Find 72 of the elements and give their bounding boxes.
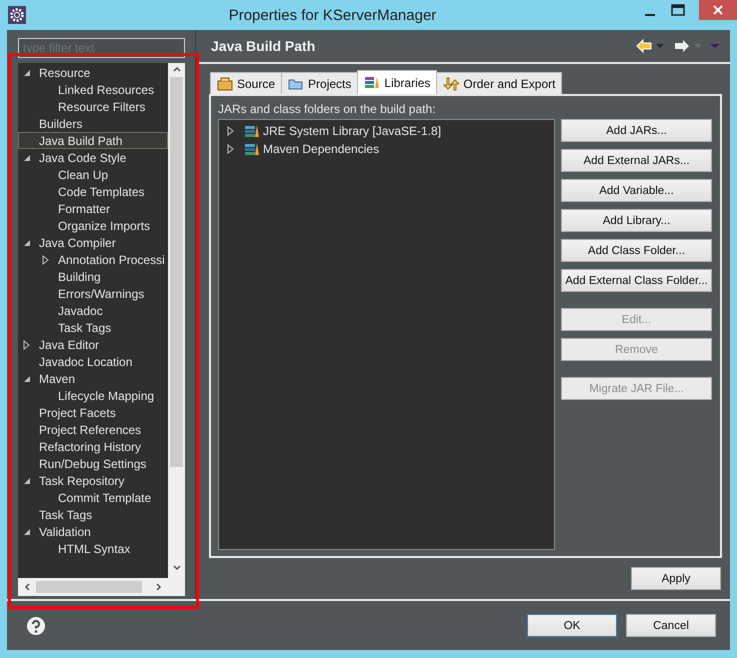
tree-item[interactable]: Run/Debug Settings: [18, 455, 168, 472]
collapsed-icon[interactable]: [42, 254, 49, 264]
tree-item[interactable]: Resource Filters: [18, 98, 168, 115]
expanded-icon[interactable]: [23, 238, 31, 246]
tree-item[interactable]: Javadoc: [18, 302, 168, 319]
tree-item[interactable]: Code Templates: [18, 183, 168, 200]
action-button[interactable]: Add JARs...: [561, 119, 712, 142]
tree-item[interactable]: Java Build Path: [18, 132, 168, 149]
window-title: Properties for KServerManager: [228, 6, 438, 24]
tab[interactable]: Projects: [281, 72, 358, 94]
tree-item[interactable]: Project References: [18, 421, 168, 438]
close-button[interactable]: [699, 0, 737, 20]
action-button[interactable]: Add Library...: [561, 209, 712, 232]
scrollbar-thumb[interactable]: [170, 77, 183, 467]
tree-item[interactable]: HTML Syntax: [18, 540, 168, 557]
vertical-scrollbar[interactable]: [168, 63, 185, 578]
horizontal-scrollbar[interactable]: [18, 578, 168, 596]
expanded-icon[interactable]: [23, 68, 31, 76]
library-entry[interactable]: Maven Dependencies: [219, 140, 554, 158]
tree-item[interactable]: Refactoring History: [18, 438, 168, 455]
dialog-button[interactable]: OK: [527, 614, 617, 637]
close-icon: [713, 5, 723, 15]
tree-item[interactable]: Commit Template: [18, 489, 168, 506]
tree-item[interactable]: Java Compiler: [18, 234, 168, 251]
list-caption: JARs and class folders on the build path:: [218, 102, 436, 118]
action-button[interactable]: Add External Class Folder...: [561, 269, 712, 292]
up-down-arrows-icon: [443, 76, 460, 90]
tree-item[interactable]: Building: [18, 268, 168, 285]
tree-item[interactable]: Validation: [18, 523, 168, 540]
expanded-icon[interactable]: [23, 374, 31, 382]
tree-item[interactable]: Maven: [18, 370, 168, 387]
tree-item[interactable]: Javadoc Location: [18, 353, 168, 370]
expanded-icon[interactable]: [23, 528, 31, 536]
tree-item[interactable]: Errors/Warnings: [18, 285, 168, 302]
collapsed-icon[interactable]: [23, 340, 30, 350]
tab[interactable]: Libraries: [357, 70, 438, 94]
tree-item[interactable]: Lifecycle Mapping: [18, 387, 168, 404]
help-icon[interactable]: [26, 616, 46, 636]
tree-item[interactable]: Task Repository: [18, 472, 168, 489]
dialog-button[interactable]: Cancel: [626, 614, 716, 637]
tree-item[interactable]: Task Tags: [18, 319, 168, 336]
forward-arrow-icon[interactable]: [674, 39, 690, 53]
package-icon: [217, 76, 233, 90]
page-title: Java Build Path: [211, 38, 316, 54]
tree-item[interactable]: Clean Up: [18, 166, 168, 183]
tree-item[interactable]: Annotation Processi: [18, 251, 168, 268]
action-button[interactable]: Add Variable...: [561, 179, 712, 202]
tree-item[interactable]: Java Code Style: [18, 149, 168, 166]
expanded-icon[interactable]: [23, 154, 31, 162]
books-icon: [244, 142, 260, 156]
action-button[interactable]: Add Class Folder...: [561, 239, 712, 262]
tree-item[interactable]: Linked Resources: [18, 81, 168, 98]
tree-item[interactable]: Task Tags: [18, 506, 168, 523]
library-entry[interactable]: JRE System Library [JavaSE-1.8]: [219, 122, 554, 140]
scrollbar-thumb[interactable]: [36, 581, 142, 593]
action-button[interactable]: Add External JARs...: [561, 149, 712, 172]
books-icon: [244, 124, 260, 138]
tree-item[interactable]: Java Editor: [18, 336, 168, 353]
tree-item[interactable]: Formatter: [18, 200, 168, 217]
books-icon: [364, 76, 380, 90]
tree-item[interactable]: Builders: [18, 115, 168, 132]
tab[interactable]: Order and Export: [436, 72, 562, 94]
gear-icon: [8, 6, 26, 24]
tree-item[interactable]: Resource: [18, 64, 168, 81]
folder-icon: [288, 76, 304, 90]
tree-item[interactable]: Organize Imports: [18, 217, 168, 234]
apply-button[interactable]: Apply: [631, 567, 721, 590]
back-arrow-icon[interactable]: [636, 39, 652, 53]
expanded-icon[interactable]: [23, 476, 31, 484]
tree-item[interactable]: Project Facets: [18, 404, 168, 421]
library-list[interactable]: JRE System Library [JavaSE-1.8] Maven Dependencies: [218, 119, 555, 550]
tab[interactable]: Source: [210, 72, 282, 94]
